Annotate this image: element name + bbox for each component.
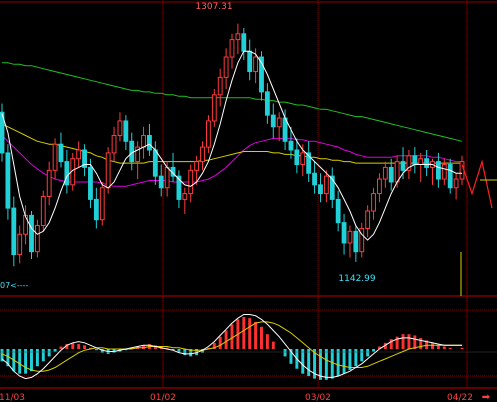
candle-body [58,143,64,163]
candle-body [117,120,123,136]
low-price-label: 1142.99 [338,274,375,284]
candle-body [194,161,200,171]
candle-body [29,214,34,253]
candle-body [40,195,46,227]
candle-body [312,172,317,186]
candle-body [418,158,424,166]
candle-body [188,169,194,195]
candle-body [276,117,282,128]
x-tick-label: 11/03 [0,393,25,402]
candle-body [453,178,459,189]
candle-body [93,198,99,221]
candle-body [200,146,205,163]
candle-body [353,230,359,253]
candle-body [164,166,170,189]
candle [29,211,34,259]
candle-body [247,50,253,73]
candle-body [300,152,306,166]
candle [5,144,11,220]
candle-body [5,152,11,209]
candle-body [235,33,241,41]
candle-body [447,164,453,189]
candle [211,88,217,127]
candle-body [123,120,129,142]
candle-body [241,33,247,52]
left-edge-label: 07<---- [0,281,29,290]
candle-body [158,175,164,189]
candle-body [46,169,52,197]
candle-body [11,207,17,256]
candle-body [377,178,382,195]
candle-body [111,134,117,154]
candle-body [424,158,430,168]
candle-body [76,149,82,160]
candle-body [435,161,441,180]
candle-body [223,56,229,78]
candle-body [17,233,23,256]
candle-body [335,198,341,224]
candle-body [288,140,294,151]
candle-body [23,214,29,235]
candle-body [270,114,276,128]
stock-chart: 1307.31 1142.99 07<---- 11/03 01/02 03/0… [0,0,497,402]
candle [0,103,5,162]
candle-body [182,193,188,200]
candle-body [147,134,152,151]
candle-body [394,161,400,183]
candle-body [318,184,323,195]
candle-body [229,39,235,58]
x-tick-label: 01/02 [150,393,176,402]
candle-body [105,152,111,189]
candle-body [382,166,388,180]
candle-body [371,193,376,212]
candle-body [211,94,217,122]
candle-body [459,161,465,180]
scroll-right-arrow[interactable]: ➡ [482,392,491,402]
candle-body [64,161,70,186]
candle-body [441,164,447,180]
candle-body [88,166,93,200]
candle-body [264,91,270,116]
candle-body [294,149,300,166]
candle-body [99,187,105,221]
candle-body [141,134,146,148]
candle-body [323,175,329,195]
x-tick-label: 04/22 [447,393,473,402]
candle [34,219,40,258]
x-tick-label: 03/02 [305,393,331,402]
candle-body [205,120,211,148]
candle-body [347,230,353,244]
candle-body [253,56,259,73]
candle [99,181,105,226]
candle [40,190,46,232]
candle-body [388,166,394,183]
candle-body [129,140,135,163]
candle-body [34,225,40,253]
candle-body [217,76,223,96]
candle-body [52,143,58,171]
candle-body [412,155,418,166]
candle-body [400,161,406,171]
candle-body [152,149,158,177]
candle-body [365,210,371,229]
high-price-label: 1307.31 [195,2,232,12]
candle-body [341,222,347,244]
candle [205,115,211,153]
